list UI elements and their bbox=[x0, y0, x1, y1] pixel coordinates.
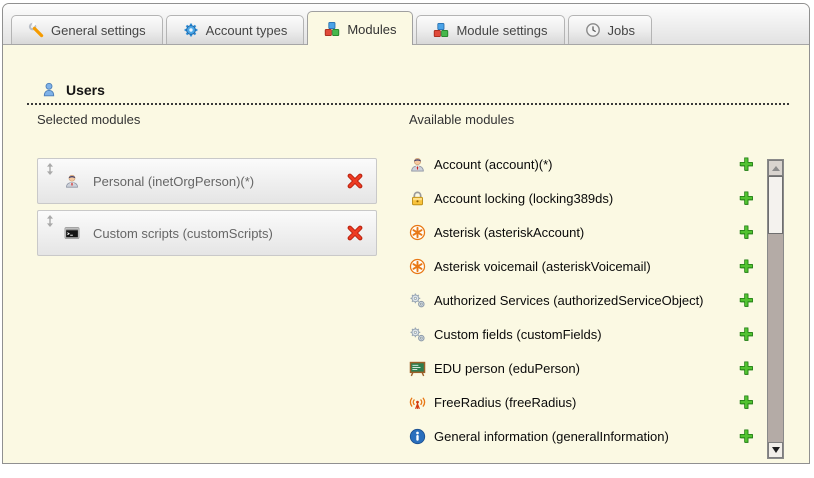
lock-icon bbox=[409, 190, 426, 207]
selected-modules-heading: Selected modules bbox=[37, 112, 377, 127]
available-module-row: Asterisk (asteriskAccount) bbox=[409, 215, 761, 249]
scrollbar-thumb[interactable] bbox=[768, 176, 783, 234]
settings-window: General settings Account bbox=[2, 3, 810, 464]
selected-modules-panel: Selected modules bbox=[37, 112, 377, 262]
add-module-button[interactable] bbox=[738, 326, 755, 343]
clock-icon bbox=[585, 22, 601, 38]
plus-icon bbox=[738, 190, 755, 207]
module-label: Personal (inetOrgPerson)(*) bbox=[93, 174, 346, 189]
module-label: Asterisk (asteriskAccount) bbox=[434, 225, 738, 240]
selected-module-row[interactable]: Custom scripts (customScripts) bbox=[37, 210, 377, 256]
triangle-up-icon bbox=[772, 166, 780, 171]
person-icon bbox=[409, 156, 426, 173]
tab-jobs[interactable]: Jobs bbox=[568, 15, 652, 44]
tab-label: Account types bbox=[206, 23, 288, 38]
add-module-button[interactable] bbox=[738, 258, 755, 275]
module-label: Custom scripts (customScripts) bbox=[93, 226, 346, 241]
section-users-header: Users bbox=[41, 82, 105, 98]
add-module-button[interactable] bbox=[738, 428, 755, 445]
gears-icon bbox=[409, 292, 426, 309]
module-label: Asterisk voicemail (asteriskVoicemail) bbox=[434, 259, 738, 274]
module-label: FreeRadius (freeRadius) bbox=[434, 395, 738, 410]
available-module-row: Account (account)(*) bbox=[409, 147, 761, 181]
tab-label: General settings bbox=[51, 23, 146, 38]
available-module-row: FreeRadius (freeRadius) bbox=[409, 385, 761, 419]
radio-icon bbox=[409, 394, 426, 411]
scrollbar[interactable] bbox=[767, 159, 784, 459]
available-module-row: Asterisk voicemail (asteriskVoicemail) bbox=[409, 249, 761, 283]
available-module-row: General information (generalInformation) bbox=[409, 419, 761, 453]
module-label: Authorized Services (authorizedServiceOb… bbox=[434, 293, 738, 308]
plus-icon bbox=[738, 394, 755, 411]
gear-icon bbox=[183, 22, 199, 38]
remove-module-button[interactable] bbox=[346, 224, 364, 242]
cubes-icon bbox=[324, 21, 340, 37]
remove-module-button[interactable] bbox=[346, 172, 364, 190]
chalkboard-icon bbox=[409, 360, 426, 377]
add-module-button[interactable] bbox=[738, 156, 755, 173]
available-module-row: EDU person (eduPerson) bbox=[409, 351, 761, 385]
tab-general-settings[interactable]: General settings bbox=[11, 15, 163, 44]
drag-handle-icon[interactable] bbox=[45, 214, 55, 228]
plus-icon bbox=[738, 258, 755, 275]
triangle-down-icon bbox=[772, 447, 780, 453]
tab-label: Modules bbox=[347, 22, 396, 37]
gears-icon bbox=[409, 326, 426, 343]
module-label: General information (generalInformation) bbox=[434, 429, 738, 444]
page: General settings Account bbox=[0, 0, 814, 478]
section-title-label: Users bbox=[66, 82, 105, 98]
available-module-row: Account locking (locking389ds) bbox=[409, 181, 761, 215]
delete-x-icon bbox=[346, 224, 364, 242]
asterisk-icon bbox=[409, 258, 426, 275]
add-module-button[interactable] bbox=[738, 190, 755, 207]
tab-modules[interactable]: Modules bbox=[307, 11, 413, 45]
cubes-icon bbox=[433, 22, 449, 38]
selected-module-row[interactable]: Personal (inetOrgPerson)(*) bbox=[37, 158, 377, 204]
module-label: Account locking (locking389ds) bbox=[434, 191, 738, 206]
drag-handle-icon[interactable] bbox=[45, 162, 55, 176]
available-module-row: Custom fields (customFields) bbox=[409, 317, 761, 351]
module-label: EDU person (eduPerson) bbox=[434, 361, 738, 376]
tab-module-settings[interactable]: Module settings bbox=[416, 15, 564, 44]
user-icon bbox=[41, 82, 57, 98]
module-label: Custom fields (customFields) bbox=[434, 327, 738, 342]
section-divider bbox=[27, 103, 789, 105]
plus-icon bbox=[738, 224, 755, 241]
plus-icon bbox=[738, 360, 755, 377]
tab-account-types[interactable]: Account types bbox=[166, 15, 305, 44]
plus-icon bbox=[738, 428, 755, 445]
tab-label: Jobs bbox=[608, 23, 635, 38]
available-modules-panel: Available modules Account (account)(*) bbox=[409, 112, 761, 453]
module-label: Account (account)(*) bbox=[434, 157, 738, 172]
add-module-button[interactable] bbox=[738, 360, 755, 377]
delete-x-icon bbox=[346, 172, 364, 190]
scrollbar-down-button[interactable] bbox=[768, 442, 783, 458]
add-module-button[interactable] bbox=[738, 292, 755, 309]
tab-label: Module settings bbox=[456, 23, 547, 38]
add-module-button[interactable] bbox=[738, 394, 755, 411]
person-icon bbox=[64, 173, 80, 189]
tab-bar: General settings Account bbox=[3, 4, 809, 45]
plus-icon bbox=[738, 326, 755, 343]
terminal-icon bbox=[64, 225, 80, 241]
info-icon bbox=[409, 428, 426, 445]
available-module-row: Authorized Services (authorizedServiceOb… bbox=[409, 283, 761, 317]
plus-icon bbox=[738, 156, 755, 173]
plus-icon bbox=[738, 292, 755, 309]
wrench-icon bbox=[28, 22, 44, 38]
asterisk-icon bbox=[409, 224, 426, 241]
available-modules-heading: Available modules bbox=[409, 112, 761, 127]
scrollbar-up-button[interactable] bbox=[768, 160, 783, 176]
add-module-button[interactable] bbox=[738, 224, 755, 241]
